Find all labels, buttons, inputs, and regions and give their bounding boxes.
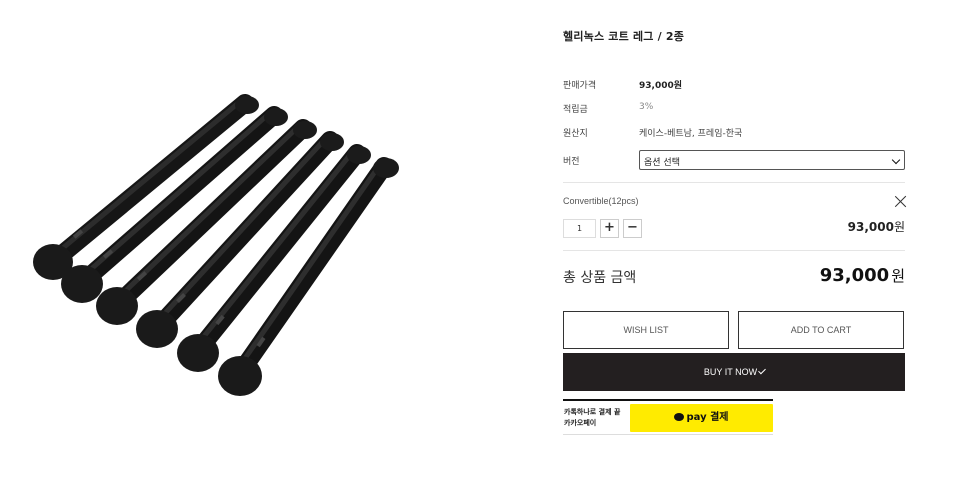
kakao-pay-button[interactable]: pay 결제 [630, 404, 773, 432]
quantity-minus-button[interactable]: − [623, 219, 642, 238]
price-label: 판매가격 [563, 81, 597, 91]
quantity-plus-button[interactable]: + [600, 219, 619, 238]
version-select-value: 옵션 선택 [644, 158, 680, 168]
divider [563, 250, 905, 251]
kakao-pay-text: 카톡하나로 결제 끝 카카오페이 [564, 407, 620, 429]
origin-label: 원산지 [563, 129, 588, 139]
kakao-pay-suffix: 결제 [710, 412, 729, 423]
version-label: 버전 [563, 157, 580, 167]
product-title: 헬리녹스 코트 레그 / 2종 [563, 30, 685, 43]
kakao-pay-section: 카톡하나로 결제 끝 카카오페이 pay 결제 [563, 399, 773, 435]
kakao-line2: 카카오페이 [564, 419, 597, 427]
selected-option-price-value: 93,000 [847, 220, 894, 234]
total-currency: 원 [891, 267, 905, 285]
buy-it-now-button[interactable]: BUY IT NOW [563, 353, 905, 391]
chevron-down-icon [891, 155, 901, 165]
divider [563, 182, 905, 183]
price-value: 93,000원 [639, 81, 683, 91]
version-row: 버전 옵션 선택 [563, 150, 905, 170]
check-icon [758, 366, 766, 375]
points-label: 적립금 [563, 105, 588, 115]
add-to-cart-button[interactable]: ADD TO CART [738, 311, 904, 349]
total-price-value: 93,000 [819, 265, 890, 286]
selected-option-name: Convertible(12pcs) [563, 196, 639, 206]
points-row: 적립금 3% [563, 98, 905, 118]
quantity-input[interactable]: 1 [563, 219, 596, 238]
total-price: 93,000 원 [820, 265, 905, 286]
wish-list-button[interactable]: WISH LIST [563, 311, 729, 349]
total-label: 총 상품 금액 [563, 270, 637, 286]
kakao-pay-label: pay [686, 412, 707, 423]
buy-it-now-label: BUY IT NOW [703, 367, 758, 377]
product-image [20, 70, 460, 430]
origin-value: 케이스-베트남, 프레임-한국 [639, 129, 743, 139]
version-select[interactable]: 옵션 선택 [639, 150, 905, 170]
close-icon[interactable] [894, 195, 907, 208]
kakao-line1: 카톡하나로 결제 끝 [564, 408, 621, 416]
speech-bubble-icon [674, 413, 685, 421]
origin-row: 원산지 케이스-베트남, 프레임-한국 [563, 122, 905, 142]
selected-option-price: 93,000원 [848, 218, 905, 235]
price-row: 판매가격 93,000원 [563, 74, 905, 94]
selected-option-currency: 원 [893, 220, 905, 234]
points-value: 3% [639, 102, 654, 112]
